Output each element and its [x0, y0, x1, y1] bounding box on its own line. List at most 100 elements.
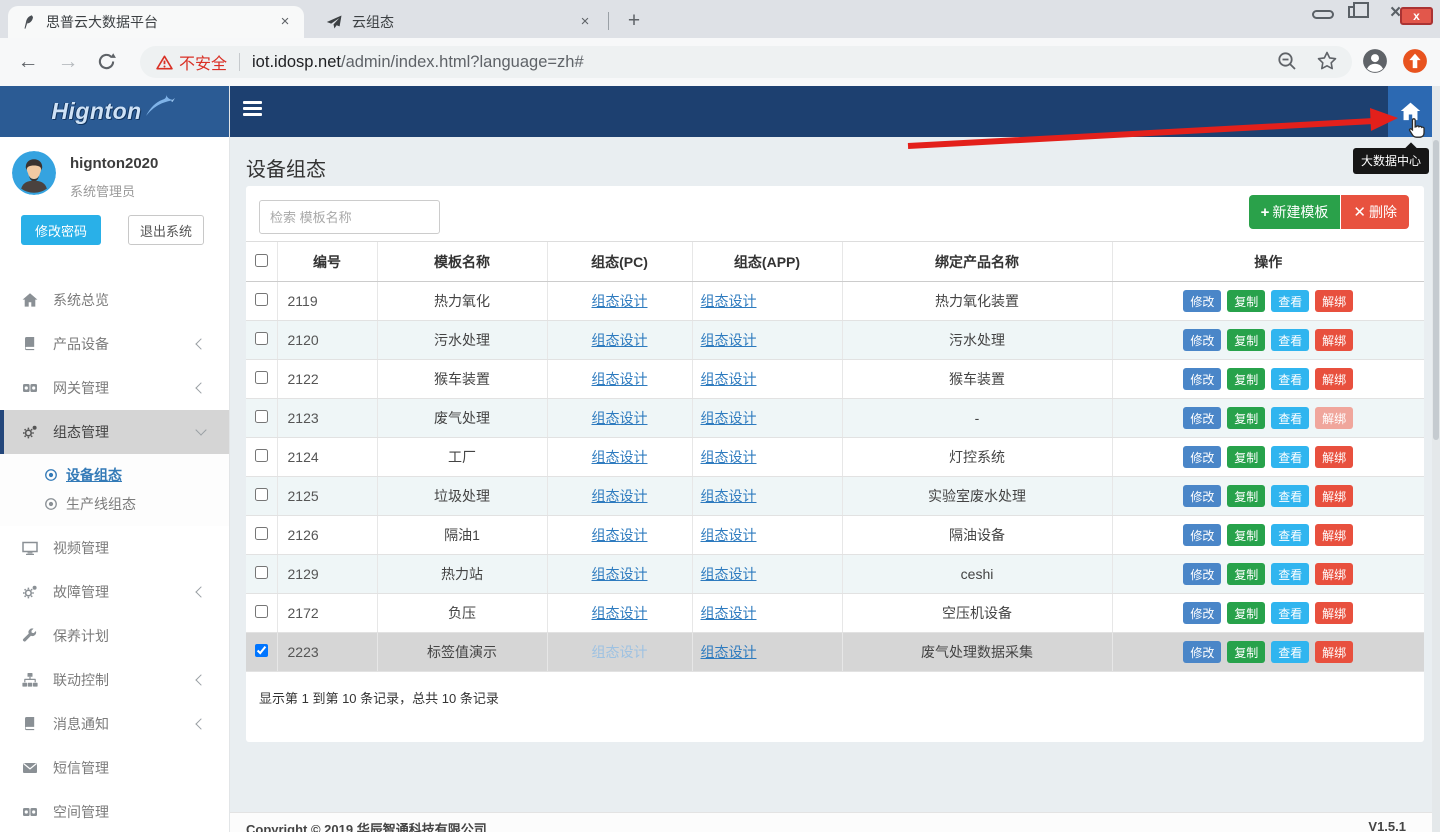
copy-button[interactable]: 复制	[1227, 563, 1265, 585]
bookmark-star-icon[interactable]	[1316, 50, 1338, 72]
sidebar-subitem[interactable]: 设备组态	[0, 460, 229, 489]
edit-button[interactable]: 修改	[1183, 485, 1221, 507]
edit-button[interactable]: 修改	[1183, 407, 1221, 429]
pc-config-link[interactable]: 组态设计	[592, 449, 648, 465]
unbind-button[interactable]: 解绑	[1315, 485, 1353, 507]
view-button[interactable]: 查看	[1271, 602, 1309, 624]
sidebar-item[interactable]: 短信管理	[0, 746, 229, 790]
sidebar-item[interactable]: 网关管理	[0, 366, 229, 410]
sidebar-item[interactable]: 视频管理	[0, 526, 229, 570]
select-all-checkbox[interactable]	[255, 254, 268, 267]
restore-icon[interactable]	[1348, 6, 1360, 18]
pc-config-link[interactable]: 组态设计	[592, 488, 648, 504]
copy-button[interactable]: 复制	[1227, 329, 1265, 351]
edit-button[interactable]: 修改	[1183, 524, 1221, 546]
app-config-link[interactable]: 组态设计	[701, 527, 757, 543]
copy-button[interactable]: 复制	[1227, 290, 1265, 312]
view-button[interactable]: 查看	[1271, 407, 1309, 429]
page-scrollbar[interactable]	[1432, 86, 1440, 832]
change-password-button[interactable]: 修改密码	[21, 215, 101, 245]
row-checkbox[interactable]	[255, 605, 268, 618]
row-checkbox[interactable]	[255, 527, 268, 540]
pc-config-link[interactable]: 组态设计	[592, 293, 648, 309]
edit-button[interactable]: 修改	[1183, 290, 1221, 312]
edit-button[interactable]: 修改	[1183, 446, 1221, 468]
new-template-button[interactable]: +新建模板	[1249, 195, 1341, 229]
row-checkbox[interactable]	[255, 644, 268, 657]
sidebar-item[interactable]: 产品设备	[0, 322, 229, 366]
row-checkbox[interactable]	[255, 488, 268, 501]
delete-button[interactable]: ✕删除	[1341, 195, 1409, 229]
hamburger-menu-icon[interactable]	[243, 101, 262, 116]
sidebar-item[interactable]: 故障管理	[0, 570, 229, 614]
copy-button[interactable]: 复制	[1227, 602, 1265, 624]
scrollbar-thumb[interactable]	[1433, 140, 1439, 440]
sidebar-item[interactable]: 保养计划	[0, 614, 229, 658]
unbind-button[interactable]: 解绑	[1315, 368, 1353, 390]
pc-config-link[interactable]: 组态设计	[592, 644, 648, 660]
row-checkbox[interactable]	[255, 449, 268, 462]
pc-config-link[interactable]: 组态设计	[592, 332, 648, 348]
unbind-button[interactable]: 解绑	[1315, 290, 1353, 312]
copy-button[interactable]: 复制	[1227, 368, 1265, 390]
row-checkbox[interactable]	[255, 566, 268, 579]
zoom-out-icon[interactable]	[1276, 50, 1298, 72]
pc-config-link[interactable]: 组态设计	[592, 371, 648, 387]
app-config-link[interactable]: 组态设计	[701, 332, 757, 348]
app-config-link[interactable]: 组态设计	[701, 644, 757, 660]
app-config-link[interactable]: 组态设计	[701, 566, 757, 582]
row-checkbox[interactable]	[255, 410, 268, 423]
sidebar-item[interactable]: 组态管理	[0, 410, 229, 454]
unbind-button[interactable]: 解绑	[1315, 329, 1353, 351]
row-checkbox[interactable]	[255, 332, 268, 345]
view-button[interactable]: 查看	[1271, 329, 1309, 351]
sidebar-subitem[interactable]: 生产线组态	[0, 489, 229, 518]
logout-button[interactable]: 退出系统	[128, 215, 204, 245]
view-button[interactable]: 查看	[1271, 524, 1309, 546]
unbind-button[interactable]: 解绑	[1315, 407, 1353, 429]
unbind-button[interactable]: 解绑	[1315, 641, 1353, 663]
app-config-link[interactable]: 组态设计	[701, 293, 757, 309]
copy-button[interactable]: 复制	[1227, 446, 1265, 468]
tab-inactive[interactable]: 云组态 ×	[314, 6, 604, 38]
copy-button[interactable]: 复制	[1227, 485, 1265, 507]
unbind-button[interactable]: 解绑	[1315, 524, 1353, 546]
copy-button[interactable]: 复制	[1227, 641, 1265, 663]
minimize-icon[interactable]	[1312, 10, 1334, 19]
unbind-button[interactable]: 解绑	[1315, 563, 1353, 585]
view-button[interactable]: 查看	[1271, 446, 1309, 468]
edit-button[interactable]: 修改	[1183, 602, 1221, 624]
sidebar-item[interactable]: 空间管理	[0, 790, 229, 832]
reload-icon[interactable]	[96, 51, 120, 75]
app-config-link[interactable]: 组态设计	[701, 449, 757, 465]
edit-button[interactable]: 修改	[1183, 368, 1221, 390]
search-input[interactable]	[259, 200, 440, 234]
view-button[interactable]: 查看	[1271, 485, 1309, 507]
sidebar-item[interactable]: 系统总览	[0, 278, 229, 322]
edit-button[interactable]: 修改	[1183, 329, 1221, 351]
tab-active[interactable]: 思普云大数据平台 ×	[8, 6, 304, 38]
app-config-link[interactable]: 组态设计	[701, 371, 757, 387]
edit-button[interactable]: 修改	[1183, 563, 1221, 585]
view-button[interactable]: 查看	[1271, 368, 1309, 390]
profile-avatar-icon[interactable]	[1362, 48, 1388, 74]
app-config-link[interactable]: 组态设计	[701, 410, 757, 426]
url-bar[interactable]: 不安全 iot.idosp.net/admin/index.html?langu…	[140, 46, 1352, 78]
tab-close-icon[interactable]: ×	[276, 13, 294, 31]
copy-button[interactable]: 复制	[1227, 407, 1265, 429]
sidebar-item[interactable]: 联动控制	[0, 658, 229, 702]
edit-button[interactable]: 修改	[1183, 641, 1221, 663]
app-config-link[interactable]: 组态设计	[701, 488, 757, 504]
back-icon[interactable]: ←	[16, 50, 40, 74]
pc-config-link[interactable]: 组态设计	[592, 527, 648, 543]
copy-button[interactable]: 复制	[1227, 524, 1265, 546]
view-button[interactable]: 查看	[1271, 641, 1309, 663]
unbind-button[interactable]: 解绑	[1315, 602, 1353, 624]
row-checkbox[interactable]	[255, 293, 268, 306]
pc-config-link[interactable]: 组态设计	[592, 605, 648, 621]
new-tab-button[interactable]: +	[620, 8, 648, 36]
sidebar-item[interactable]: 消息通知	[0, 702, 229, 746]
tab-close-icon[interactable]: ×	[576, 13, 594, 31]
browser-update-icon[interactable]	[1402, 48, 1428, 74]
row-checkbox[interactable]	[255, 371, 268, 384]
